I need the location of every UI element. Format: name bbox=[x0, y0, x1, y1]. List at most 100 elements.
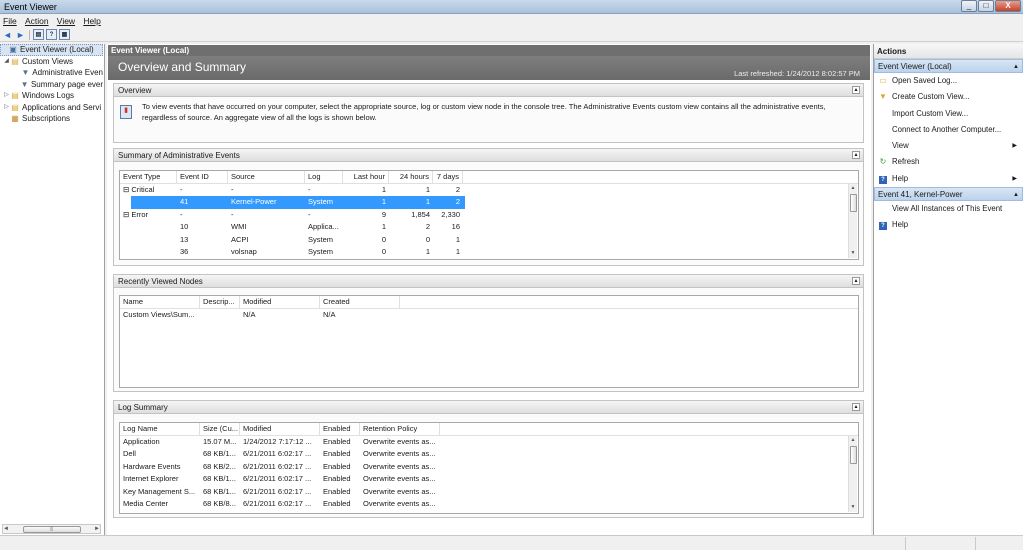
table-row[interactable]: Media Center 68 KB/8... 6/21/2011 6:02:17 … bbox=[120, 498, 858, 511]
collapse-icon[interactable]: ◢ bbox=[3, 56, 10, 68]
action-item[interactable]: ▼ Create Custom View... bbox=[874, 89, 1023, 105]
column-header[interactable]: Retention Policy bbox=[360, 423, 440, 435]
table-row[interactable]: 13 ACPI System 0 0 1 bbox=[120, 234, 858, 247]
column-header[interactable]: Log bbox=[305, 171, 343, 183]
column-header[interactable]: Last hour bbox=[343, 171, 389, 183]
overview-header[interactable]: Overview ▴ bbox=[114, 84, 863, 97]
action-pane-icon[interactable]: ▦ bbox=[59, 29, 70, 40]
actions-section-header[interactable]: Event Viewer (Local) ▲ bbox=[874, 59, 1023, 73]
table-cell: Hardware Events bbox=[123, 461, 181, 471]
table-header-row: Name Descrip... Modified Created bbox=[120, 296, 858, 309]
tree-item-windows-logs[interactable]: ▷ ▤ Windows Logs bbox=[0, 90, 103, 102]
action-item[interactable]: View All Instances of This Event bbox=[874, 201, 1023, 217]
menu-view[interactable]: View bbox=[54, 15, 78, 27]
actions-section-header[interactable]: Event 41, Kernel-Power ▲ bbox=[874, 187, 1023, 202]
tree-item-subscriptions[interactable]: ▦ Subscriptions bbox=[0, 113, 103, 125]
action-label: Connect to Another Computer... bbox=[892, 124, 1002, 134]
action-item[interactable]: ▭ Open Saved Log... bbox=[874, 73, 1023, 89]
menu-help[interactable]: Help bbox=[80, 15, 103, 27]
table-row[interactable]: Key Management S... 68 KB/1... 6/21/2011 6… bbox=[120, 486, 858, 499]
action-item[interactable]: ↻ Refresh bbox=[874, 154, 1023, 170]
forward-arrow-icon[interactable]: ► bbox=[15, 29, 26, 40]
scroll-right-icon[interactable]: ► bbox=[94, 526, 100, 532]
title-band: Overview and Summary Last refreshed: 1/2… bbox=[108, 56, 870, 80]
minimize-button[interactable]: _ bbox=[961, 0, 977, 12]
table-row[interactable]: Dell 68 KB/1... 6/21/2011 6:02:17 ... Enabl… bbox=[120, 448, 858, 461]
tree-item-summary-page-events[interactable]: ▼ Summary page ever bbox=[0, 79, 103, 91]
vertical-scrollbar[interactable]: ▲ ▼ bbox=[848, 436, 857, 512]
action-item[interactable]: ? Help ▶ bbox=[874, 171, 1023, 187]
column-header[interactable]: 24 hours bbox=[389, 171, 433, 183]
column-header[interactable]: Modified bbox=[240, 296, 320, 308]
collapse-icon[interactable]: ▴ bbox=[852, 277, 860, 285]
folder-icon: ▤ bbox=[11, 56, 19, 66]
scroll-down-icon[interactable]: ▼ bbox=[849, 503, 857, 512]
summary-header[interactable]: Summary of Administrative Events ▴ bbox=[114, 149, 863, 162]
action-item[interactable]: ? Help bbox=[874, 217, 1023, 233]
tree-item-custom-views[interactable]: ◢ ▤ Custom Views bbox=[0, 56, 103, 68]
scroll-left-icon[interactable]: ◄ bbox=[3, 526, 9, 532]
table-cell: 0 bbox=[425, 234, 430, 244]
action-label: Refresh bbox=[892, 157, 920, 167]
actions-pane: Actions Event Viewer (Local) ▲ ▭ Open Saved… bbox=[873, 44, 1023, 535]
column-header[interactable]: Enabled bbox=[320, 423, 360, 435]
table-cell: Media Center bbox=[123, 499, 169, 508]
collapse-icon[interactable]: ▴ bbox=[852, 86, 860, 94]
scroll-thumb[interactable] bbox=[850, 446, 857, 464]
log-summary-table: Log Name Size (Cu... Modified Enabled Retent… bbox=[119, 422, 859, 514]
vertical-scrollbar[interactable]: ▲ ▼ bbox=[848, 184, 857, 258]
action-item[interactable]: Connect to Another Computer... bbox=[874, 122, 1023, 138]
close-button[interactable]: X bbox=[995, 0, 1021, 12]
action-item[interactable]: Import Custom View... bbox=[874, 106, 1023, 122]
recent-header[interactable]: Recently Viewed Nodes ▴ bbox=[114, 275, 863, 288]
tree-item-applications-services[interactable]: ▷ ▤ Applications and Servi bbox=[0, 102, 103, 114]
action-item[interactable]: View ▶ bbox=[874, 138, 1023, 154]
scroll-up-icon[interactable]: ▲ bbox=[849, 184, 857, 193]
log-summary-header[interactable]: Log Summary ▴ bbox=[114, 401, 863, 414]
back-arrow-icon[interactable]: ◄ bbox=[2, 29, 13, 40]
table-row[interactable]: Application 15.07 M... 1/24/2012 7:17:12 .… bbox=[120, 436, 858, 449]
column-header[interactable]: Descrip... bbox=[200, 296, 240, 308]
column-header[interactable]: Created bbox=[320, 296, 400, 308]
console-tree-icon[interactable]: ▤ bbox=[33, 29, 44, 40]
column-header[interactable]: Source bbox=[228, 171, 305, 183]
action-label: Open Saved Log... bbox=[892, 76, 958, 85]
column-header[interactable]: 7 days bbox=[433, 171, 463, 183]
menu-file[interactable]: File bbox=[0, 15, 20, 27]
menu-action[interactable]: Action bbox=[22, 15, 52, 27]
column-header[interactable]: Event Type bbox=[120, 171, 177, 183]
table-row[interactable]: 10 WMI Applica... 1 2 16 bbox=[120, 221, 858, 234]
column-header[interactable]: Log Name bbox=[120, 423, 200, 435]
folder-icon: ▤ bbox=[11, 102, 19, 112]
collapse-icon[interactable]: ▴ bbox=[852, 403, 860, 411]
column-header[interactable]: Event ID bbox=[177, 171, 228, 183]
table-row[interactable]: 36 volsnap System 0 1 1 bbox=[120, 246, 858, 259]
table-row[interactable]: 41 Kernel-Power System 1 1 2 bbox=[120, 196, 858, 209]
collapse-up-icon[interactable]: ▲ bbox=[1013, 188, 1019, 202]
maximize-button[interactable]: □ bbox=[978, 0, 994, 12]
help-badge: ? bbox=[879, 175, 887, 184]
collapse-up-icon[interactable]: ▲ bbox=[1013, 60, 1019, 74]
table-row[interactable]: Internet Explorer 68 KB/1... 6/21/2011 6:0… bbox=[120, 473, 858, 486]
scroll-down-icon[interactable]: ▼ bbox=[849, 249, 857, 258]
column-header[interactable]: Size (Cu... bbox=[200, 423, 240, 435]
table-cell: 1 bbox=[455, 247, 460, 256]
column-header[interactable]: Name bbox=[120, 296, 200, 308]
scroll-thumb[interactable] bbox=[850, 194, 857, 212]
scroll-thumb[interactable]: ||| bbox=[22, 525, 81, 533]
expand-icon[interactable]: ▷ bbox=[3, 90, 10, 102]
table-row[interactable]: ⊟ Critical - - - 1 1 2 bbox=[120, 184, 858, 197]
expand-icon[interactable]: ▷ bbox=[3, 102, 10, 114]
table-row[interactable]: ⊟ Error - - - 9 1,854 2,330 bbox=[120, 209, 858, 222]
column-header[interactable]: Modified bbox=[240, 423, 320, 435]
scroll-up-icon[interactable]: ▲ bbox=[849, 436, 857, 445]
table-row[interactable]: Hardware Events 68 KB/2... 6/21/2011 6:02:… bbox=[120, 461, 858, 474]
menu-action-label: Action bbox=[24, 16, 49, 26]
horizontal-scrollbar[interactable]: ◄ ||| ► bbox=[2, 524, 101, 534]
tree-item-event-viewer-local[interactable]: ▣ Event Viewer (Local) bbox=[0, 44, 103, 56]
table-row[interactable]: Custom Views\Sum... N/A N/A bbox=[120, 309, 858, 322]
summary-panel: Summary of Administrative Events ▴ Event… bbox=[113, 148, 864, 266]
tree-item-administrative-events[interactable]: ▼ Administrative Even bbox=[0, 67, 103, 79]
help-toolbar-icon[interactable]: ? bbox=[46, 29, 57, 40]
collapse-icon[interactable]: ▴ bbox=[852, 151, 860, 159]
